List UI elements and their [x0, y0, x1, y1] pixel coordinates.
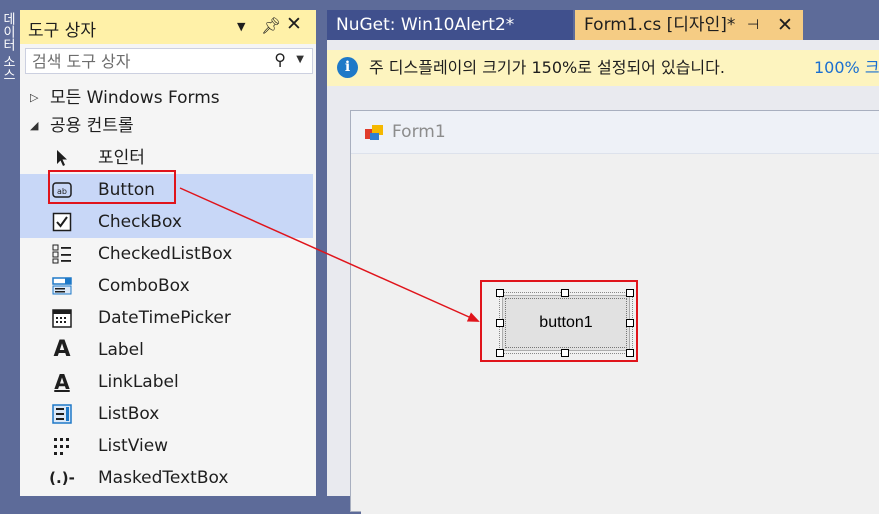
listview-icon: [52, 435, 72, 457]
expand-arrow-icon[interactable]: ▷: [30, 84, 38, 112]
toolbox-item-maskedtextbox[interactable]: (.)- MaskedTextBox: [20, 462, 313, 494]
tab-label: Form1.cs [디자인]*: [584, 15, 736, 35]
checkedlistbox-icon: [52, 243, 72, 265]
listbox-icon: [52, 403, 72, 425]
tool-label: ComboBox: [98, 276, 190, 296]
checkbox-icon: [52, 211, 72, 233]
tool-label: Label: [98, 340, 144, 360]
toolbox-title: 도구 상자: [28, 21, 96, 41]
tool-label: MaskedTextBox: [98, 468, 229, 488]
button1-highlight: [480, 280, 638, 362]
tool-label: ListBox: [98, 404, 160, 424]
tree-group-common-controls[interactable]: ◢ 공용 컨트롤: [20, 112, 316, 140]
toolbox-search[interactable]: ⚲ ▼: [25, 48, 313, 74]
form1-titlebar[interactable]: Form1: [351, 111, 879, 154]
toolbox-item-label[interactable]: A Label: [20, 334, 313, 366]
pin-icon[interactable]: 📌︎: [261, 16, 281, 35]
form1-title: Form1: [392, 122, 446, 142]
toolbox-item-datetimepicker[interactable]: DateTimePicker: [20, 302, 313, 334]
rescale-link[interactable]: 100% 크: [814, 50, 879, 86]
tool-label: ListView: [98, 436, 169, 456]
form-icon: [365, 125, 383, 140]
tree-group-all-windows-forms[interactable]: ▷ 모든 Windows Forms: [20, 84, 316, 112]
toolbox-header: 도구 상자 ▼ 📌︎ ✕: [20, 10, 316, 44]
info-text: 주 디스플레이의 크기가 150%로 설정되어 있습니다.: [369, 58, 725, 77]
button-item-highlight: [48, 170, 176, 204]
combobox-icon: [52, 275, 72, 297]
tool-label: DateTimePicker: [98, 308, 231, 328]
info-icon: i: [337, 57, 358, 78]
pin-icon[interactable]: ⊣: [747, 10, 759, 40]
close-icon[interactable]: ✕: [286, 13, 302, 35]
linklabel-icon: A: [54, 370, 70, 394]
tab-label: NuGet: Win10Alert2*: [336, 15, 515, 35]
toolbox-item-listview[interactable]: ListView: [20, 430, 313, 462]
toolbox-item-checkedlistbox[interactable]: CheckedListBox: [20, 238, 313, 270]
toolbox-panel: 도구 상자 ▼ 📌︎ ✕ ⚲ ▼ ▷ 모든 Windows Forms ◢ 공용…: [20, 10, 316, 496]
document-tabs: NuGet: Win10Alert2* Form1.cs [디자인]* ⊣ ✕: [327, 10, 879, 40]
info-bar: i 주 디스플레이의 크기가 150%로 설정되어 있습니다. 100% 크: [327, 50, 879, 86]
search-icon[interactable]: ⚲: [274, 50, 286, 69]
datetimepicker-icon: [52, 307, 72, 329]
toolbox-item-listbox[interactable]: ListBox: [20, 398, 313, 430]
toolbox-search-input[interactable]: [32, 51, 262, 71]
group-label: 모든 Windows Forms: [50, 88, 220, 108]
label-icon: A: [53, 337, 71, 362]
editor-area: NuGet: Win10Alert2* Form1.cs [디자인]* ⊣ ✕ …: [327, 10, 879, 514]
left-side-strip: 데이터 소스: [0, 0, 20, 496]
pointer-icon: [52, 147, 72, 169]
chevron-down-icon[interactable]: ▼: [296, 54, 304, 65]
tab-nuget[interactable]: NuGet: Win10Alert2*: [327, 10, 573, 40]
close-icon[interactable]: ✕: [777, 10, 793, 40]
maskedtextbox-icon: (.)-: [49, 469, 75, 487]
tool-label: CheckBox: [98, 212, 182, 232]
tab-form1-design[interactable]: Form1.cs [디자인]* ⊣ ✕: [575, 10, 803, 40]
group-label: 공용 컨트롤: [50, 116, 134, 136]
data-sources-tab[interactable]: 데이터 소스: [0, 12, 17, 81]
toolbox-item-checkbox[interactable]: CheckBox: [20, 206, 313, 238]
tool-label: CheckedListBox: [98, 244, 233, 264]
tool-label: LinkLabel: [98, 372, 179, 392]
toolbox-item-linklabel[interactable]: A LinkLabel: [20, 366, 313, 398]
collapse-arrow-icon[interactable]: ◢: [30, 112, 38, 140]
toolbox-item-combobox[interactable]: ComboBox: [20, 270, 313, 302]
dropdown-icon[interactable]: ▼: [237, 20, 245, 33]
